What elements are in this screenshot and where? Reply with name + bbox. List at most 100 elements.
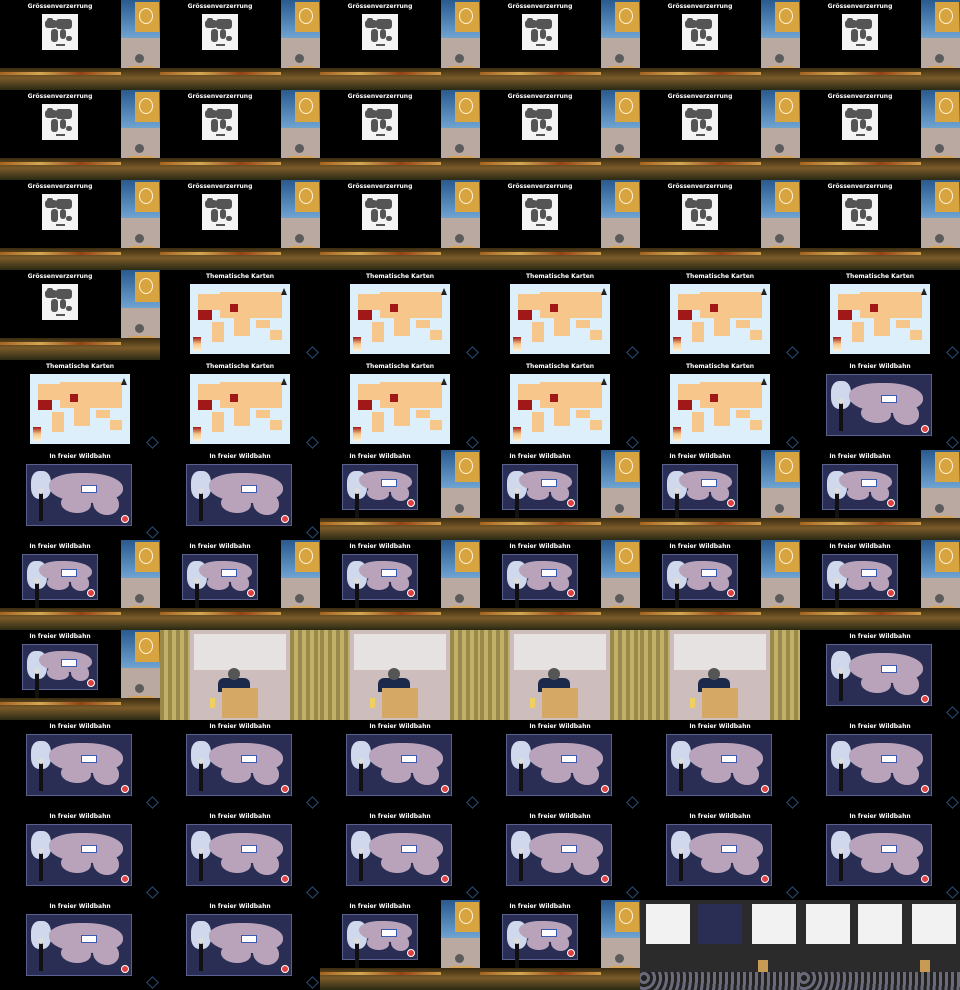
curtain-left (480, 630, 510, 720)
video-frame: Thematische Karten (160, 270, 320, 360)
banner-logo (935, 182, 959, 212)
speaker-head (935, 144, 944, 153)
studio-map (666, 824, 772, 886)
map-legend (513, 427, 521, 441)
studio-map (182, 554, 258, 611)
broadcaster-badge-icon (407, 949, 415, 957)
projection-screen (674, 634, 766, 670)
video-frame: In freier Wildbahn (0, 540, 160, 630)
landmass (61, 765, 91, 783)
country-region (198, 384, 220, 400)
country-region (714, 406, 730, 426)
video-frame: GrössenverzerrungAfrika ist in Wirklichk… (480, 90, 640, 180)
video-frame: GrössenverzerrungAfrika ist in Wirklichk… (0, 0, 160, 90)
banner-logo (935, 92, 959, 122)
studio-map (342, 554, 418, 611)
map-label (241, 845, 257, 853)
broadcaster-badge-icon (121, 785, 129, 793)
presenter (354, 938, 360, 971)
map-label (721, 755, 737, 763)
country-region (870, 304, 878, 312)
landmass (687, 486, 710, 500)
continent (216, 19, 232, 29)
continent (66, 126, 72, 131)
slide-title: In freier Wildbahn (209, 723, 271, 730)
speaker-head (775, 234, 784, 243)
broadcaster-badge-icon (921, 875, 929, 883)
banner-logo (135, 92, 159, 122)
slide-title: Grössenverzerrung (347, 93, 413, 100)
corner-logo-icon (626, 796, 639, 809)
world-map (42, 284, 78, 320)
landmass (893, 763, 919, 785)
slide-title: In freier Wildbahn (209, 903, 271, 910)
presenter (38, 758, 44, 791)
broadcaster-badge-icon (407, 499, 415, 507)
video-frame: Thematische Karten (800, 270, 960, 360)
map-label (881, 755, 897, 763)
curtain-left (320, 630, 350, 720)
landmass (701, 765, 731, 783)
slide-title: Grössenverzerrung (827, 3, 893, 10)
map-label (81, 845, 97, 853)
slide-title: Grössenverzerrung (347, 3, 413, 10)
speaker-head (135, 324, 144, 333)
thematic-map (510, 374, 610, 444)
map-label (241, 755, 257, 763)
video-frame: In freier Wildbahn (160, 810, 320, 900)
broadcaster-badge-icon (281, 515, 289, 523)
corner-logo-icon (946, 706, 959, 719)
continent (211, 209, 218, 222)
video-frame (640, 900, 800, 990)
presenter (34, 668, 40, 701)
country-region (38, 400, 52, 410)
stage-strip (160, 68, 320, 90)
slide-title: Thematische Karten (45, 363, 115, 370)
slide-title: Thematische Karten (205, 273, 275, 280)
landmass (893, 403, 919, 425)
continent (226, 216, 232, 221)
stage-lights (0, 612, 121, 615)
stage-lights (0, 72, 121, 75)
slide-title: In freier Wildbahn (49, 453, 111, 460)
studio-map (502, 914, 578, 971)
continent (371, 29, 378, 42)
thematic-map (670, 284, 770, 354)
landmass (527, 486, 550, 500)
country-region (518, 310, 532, 320)
continent (56, 289, 72, 299)
presenter (674, 578, 680, 611)
slide-title: In freier Wildbahn (829, 453, 891, 460)
landmass (253, 943, 279, 965)
slide-title: Grössenverzerrung (827, 183, 893, 190)
landmass (93, 763, 119, 785)
country-region (390, 394, 398, 402)
video-frame: In freier Wildbahn (800, 540, 960, 630)
speaker-head (775, 594, 784, 603)
stage-lights (640, 252, 761, 255)
banner-logo (455, 92, 479, 122)
stage-lights (640, 72, 761, 75)
broadcaster-badge-icon (281, 965, 289, 973)
banner-logo (295, 542, 319, 572)
corner-logo-icon (306, 976, 319, 989)
speaker-head (295, 594, 304, 603)
country-region (416, 410, 430, 418)
studio-map (502, 554, 578, 611)
speaker-head (295, 144, 304, 153)
slide-title: In freier Wildbahn (509, 543, 571, 550)
country-region (550, 394, 558, 402)
video-frame: In freier Wildbahn (320, 900, 480, 990)
country-region (212, 322, 224, 342)
landmass (47, 666, 70, 680)
continent (687, 108, 693, 112)
studio-map (822, 554, 898, 611)
continent (371, 119, 378, 132)
continent (696, 19, 712, 29)
corner-logo-icon (146, 886, 159, 899)
country-region (554, 316, 570, 336)
country-region (230, 304, 238, 312)
landmass (733, 763, 759, 785)
country-region (256, 410, 270, 418)
banner-logo (775, 92, 799, 122)
